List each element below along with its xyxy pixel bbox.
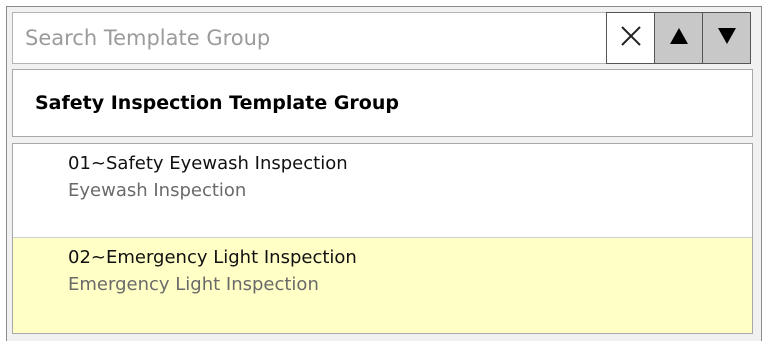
list-item-selected[interactable]: 02~Emergency Light Inspection Emergency …: [13, 238, 752, 333]
move-up-button[interactable]: [654, 12, 703, 64]
close-icon: [620, 25, 642, 51]
template-group-title: Safety Inspection Template Group: [35, 92, 399, 114]
template-group-header: Safety Inspection Template Group: [12, 69, 753, 137]
move-down-button[interactable]: [702, 12, 751, 64]
list-item[interactable]: 01~Safety Eyewash Inspection Eyewash Ins…: [13, 144, 752, 238]
list-item-subtitle: Emergency Light Inspection: [68, 274, 319, 295]
list-item-title: 02~Emergency Light Inspection: [68, 247, 357, 268]
template-list: 01~Safety Eyewash Inspection Eyewash Ins…: [12, 143, 753, 334]
list-item-title: 01~Safety Eyewash Inspection: [68, 153, 348, 174]
list-item-subtitle: Eyewash Inspection: [68, 180, 247, 201]
search-bar: [12, 12, 753, 64]
triangle-down-icon: [717, 27, 737, 49]
clear-search-button[interactable]: [606, 12, 655, 64]
search-input[interactable]: [12, 12, 606, 64]
triangle-up-icon: [669, 27, 689, 49]
